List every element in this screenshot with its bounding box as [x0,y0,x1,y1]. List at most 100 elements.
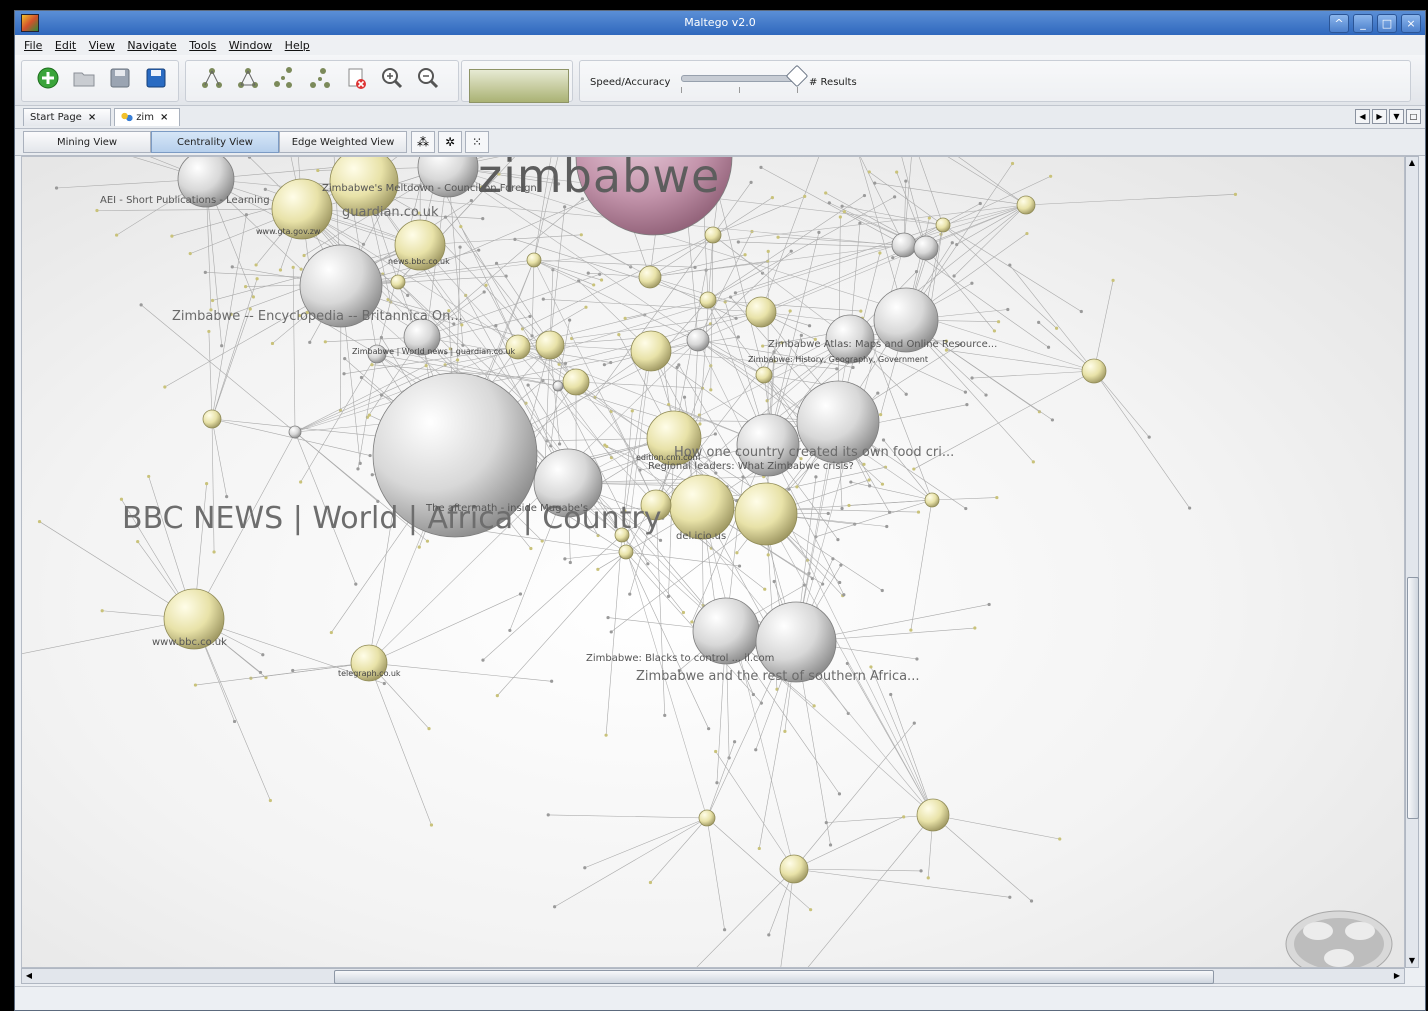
organic-layout-icon[interactable] [271,65,297,91]
graph-entity-node[interactable] [745,296,777,328]
graph-entity-node[interactable] [562,368,590,396]
graph-entity-node[interactable] [935,217,951,233]
zoom-in-icon[interactable] [379,65,405,91]
graph-leaf-node [1025,231,1029,236]
save-as-icon[interactable] [143,65,169,91]
graph-entity-node[interactable] [535,330,565,360]
graph-entity-node[interactable] [390,274,406,290]
menu-tools[interactable]: Tools [189,39,216,52]
scroll-tabs-left-icon[interactable]: ◀ [1355,109,1370,124]
graph-entity-node[interactable] [1081,358,1107,384]
graph-leaf-node [690,620,694,624]
scroll-right-icon[interactable]: ▶ [1391,970,1403,982]
graph-leaf-node [1233,192,1238,196]
close-tab-icon[interactable]: × [160,112,168,123]
scroll-up-icon[interactable]: ▲ [1406,157,1418,169]
graph-leaf-node [648,880,653,885]
graph-leaf-node [733,291,738,295]
graph-entity-node[interactable] [630,330,672,372]
tab-list-icon[interactable]: ▼ [1389,109,1404,124]
close-button[interactable]: × [1401,14,1421,33]
tab-mining-view[interactable]: Mining View [23,131,151,153]
graph-edge [1009,264,1095,372]
zoom-out-icon[interactable] [415,65,441,91]
tab-zim[interactable]: zim × [114,108,180,126]
hierarchical-view-icon[interactable]: ⁂ [411,131,435,153]
scroll-tabs-right-icon[interactable]: ▶ [1372,109,1387,124]
open-folder-icon[interactable] [71,65,97,91]
graph-entity-node[interactable] [891,232,917,258]
speed-accuracy-slider[interactable] [681,75,803,82]
graph-edge [807,814,934,967]
menu-file[interactable]: File [24,39,42,52]
graph-leaf-node [837,792,842,796]
graph-entity-node[interactable] [779,854,809,884]
organic-view-icon[interactable]: ⁙ [465,131,489,153]
shade-button[interactable]: ^ [1329,14,1349,33]
graph-entity-node[interactable] [552,380,564,392]
graph-entity-node[interactable] [924,492,940,508]
hierarchical-layout-icon[interactable] [199,65,225,91]
vertical-scrollbar[interactable]: ▲ ▼ [1405,156,1419,968]
menu-edit[interactable]: Edit [55,39,76,52]
scroll-left-icon[interactable]: ◀ [23,970,35,982]
graph-entity-node[interactable] [202,409,222,429]
graph-leaf-node [424,364,428,368]
menu-window[interactable]: Window [229,39,272,52]
graph-leaf-node [495,694,499,698]
graph-canvas[interactable]: zimbabwe BBC NEWS | World | Africa | Cou… [21,156,1405,968]
graph-entity-node[interactable] [288,425,302,439]
graph-entity-node[interactable] [618,544,634,560]
graph-overview-thumbnail[interactable] [469,69,569,103]
new-graph-icon[interactable] [35,65,61,91]
save-icon[interactable] [107,65,133,91]
graph-leaf-node [681,610,686,615]
minimize-button[interactable]: _ [1353,14,1373,33]
maximize-button[interactable]: □ [1377,14,1397,33]
graph-leaf-node [878,251,882,255]
graph-leaf-node [518,592,523,596]
graph-entity-node[interactable] [1016,195,1036,215]
graph-edge [918,157,944,226]
graph-leaf-node [268,798,272,803]
circular-view-icon[interactable]: ✲ [438,131,462,153]
graph-leaf-node [170,234,174,238]
graph-edge [1025,194,1236,206]
graph-entity-node[interactable] [755,366,773,384]
graph-leaf-node [789,249,793,253]
graph-leaf-node [299,267,303,271]
tab-start-page[interactable]: Start Page × [23,108,111,126]
circular-layout-icon[interactable] [235,65,261,91]
graph-entity-node[interactable] [913,235,939,261]
menu-navigate[interactable]: Navigate [127,39,176,52]
tab-centrality-view[interactable]: Centrality View [151,131,279,153]
graph-leaf-node [323,340,327,344]
scroll-down-icon[interactable]: ▼ [1406,955,1418,967]
graph-entity-node[interactable] [734,482,798,546]
maximize-tab-icon[interactable]: □ [1406,109,1421,124]
graph-entity-node[interactable] [638,265,662,289]
graph-entity-node[interactable] [698,809,716,827]
graph-entity-node[interactable] [669,474,735,540]
interactive-layout-icon[interactable] [307,65,333,91]
tab-edge-weighted-view[interactable]: Edge Weighted View [279,131,407,153]
vertical-scroll-thumb[interactable] [1407,577,1419,819]
navigation-widget-icon[interactable] [1284,909,1394,968]
graph-entity-node[interactable] [699,291,717,309]
graph-leaf-node [563,557,567,561]
close-tab-icon[interactable]: × [88,112,96,123]
graph-entity-node[interactable] [686,328,710,352]
graph-entity-node[interactable] [704,226,722,244]
graph-leaf-node [783,729,787,733]
clear-graph-icon[interactable] [343,65,369,91]
graph-edge [621,534,684,613]
horizontal-scroll-thumb[interactable] [334,970,1214,984]
menu-help[interactable]: Help [285,39,310,52]
horizontal-scrollbar[interactable]: ◀ ▶ [21,968,1405,984]
graph-entity-node[interactable] [526,252,542,268]
graph-entity-node[interactable] [916,798,950,832]
graph-leaf-node [406,293,410,297]
graph-leaf-node [1049,174,1053,178]
menu-view[interactable]: View [89,39,115,52]
graph-leaf-node [902,815,906,819]
